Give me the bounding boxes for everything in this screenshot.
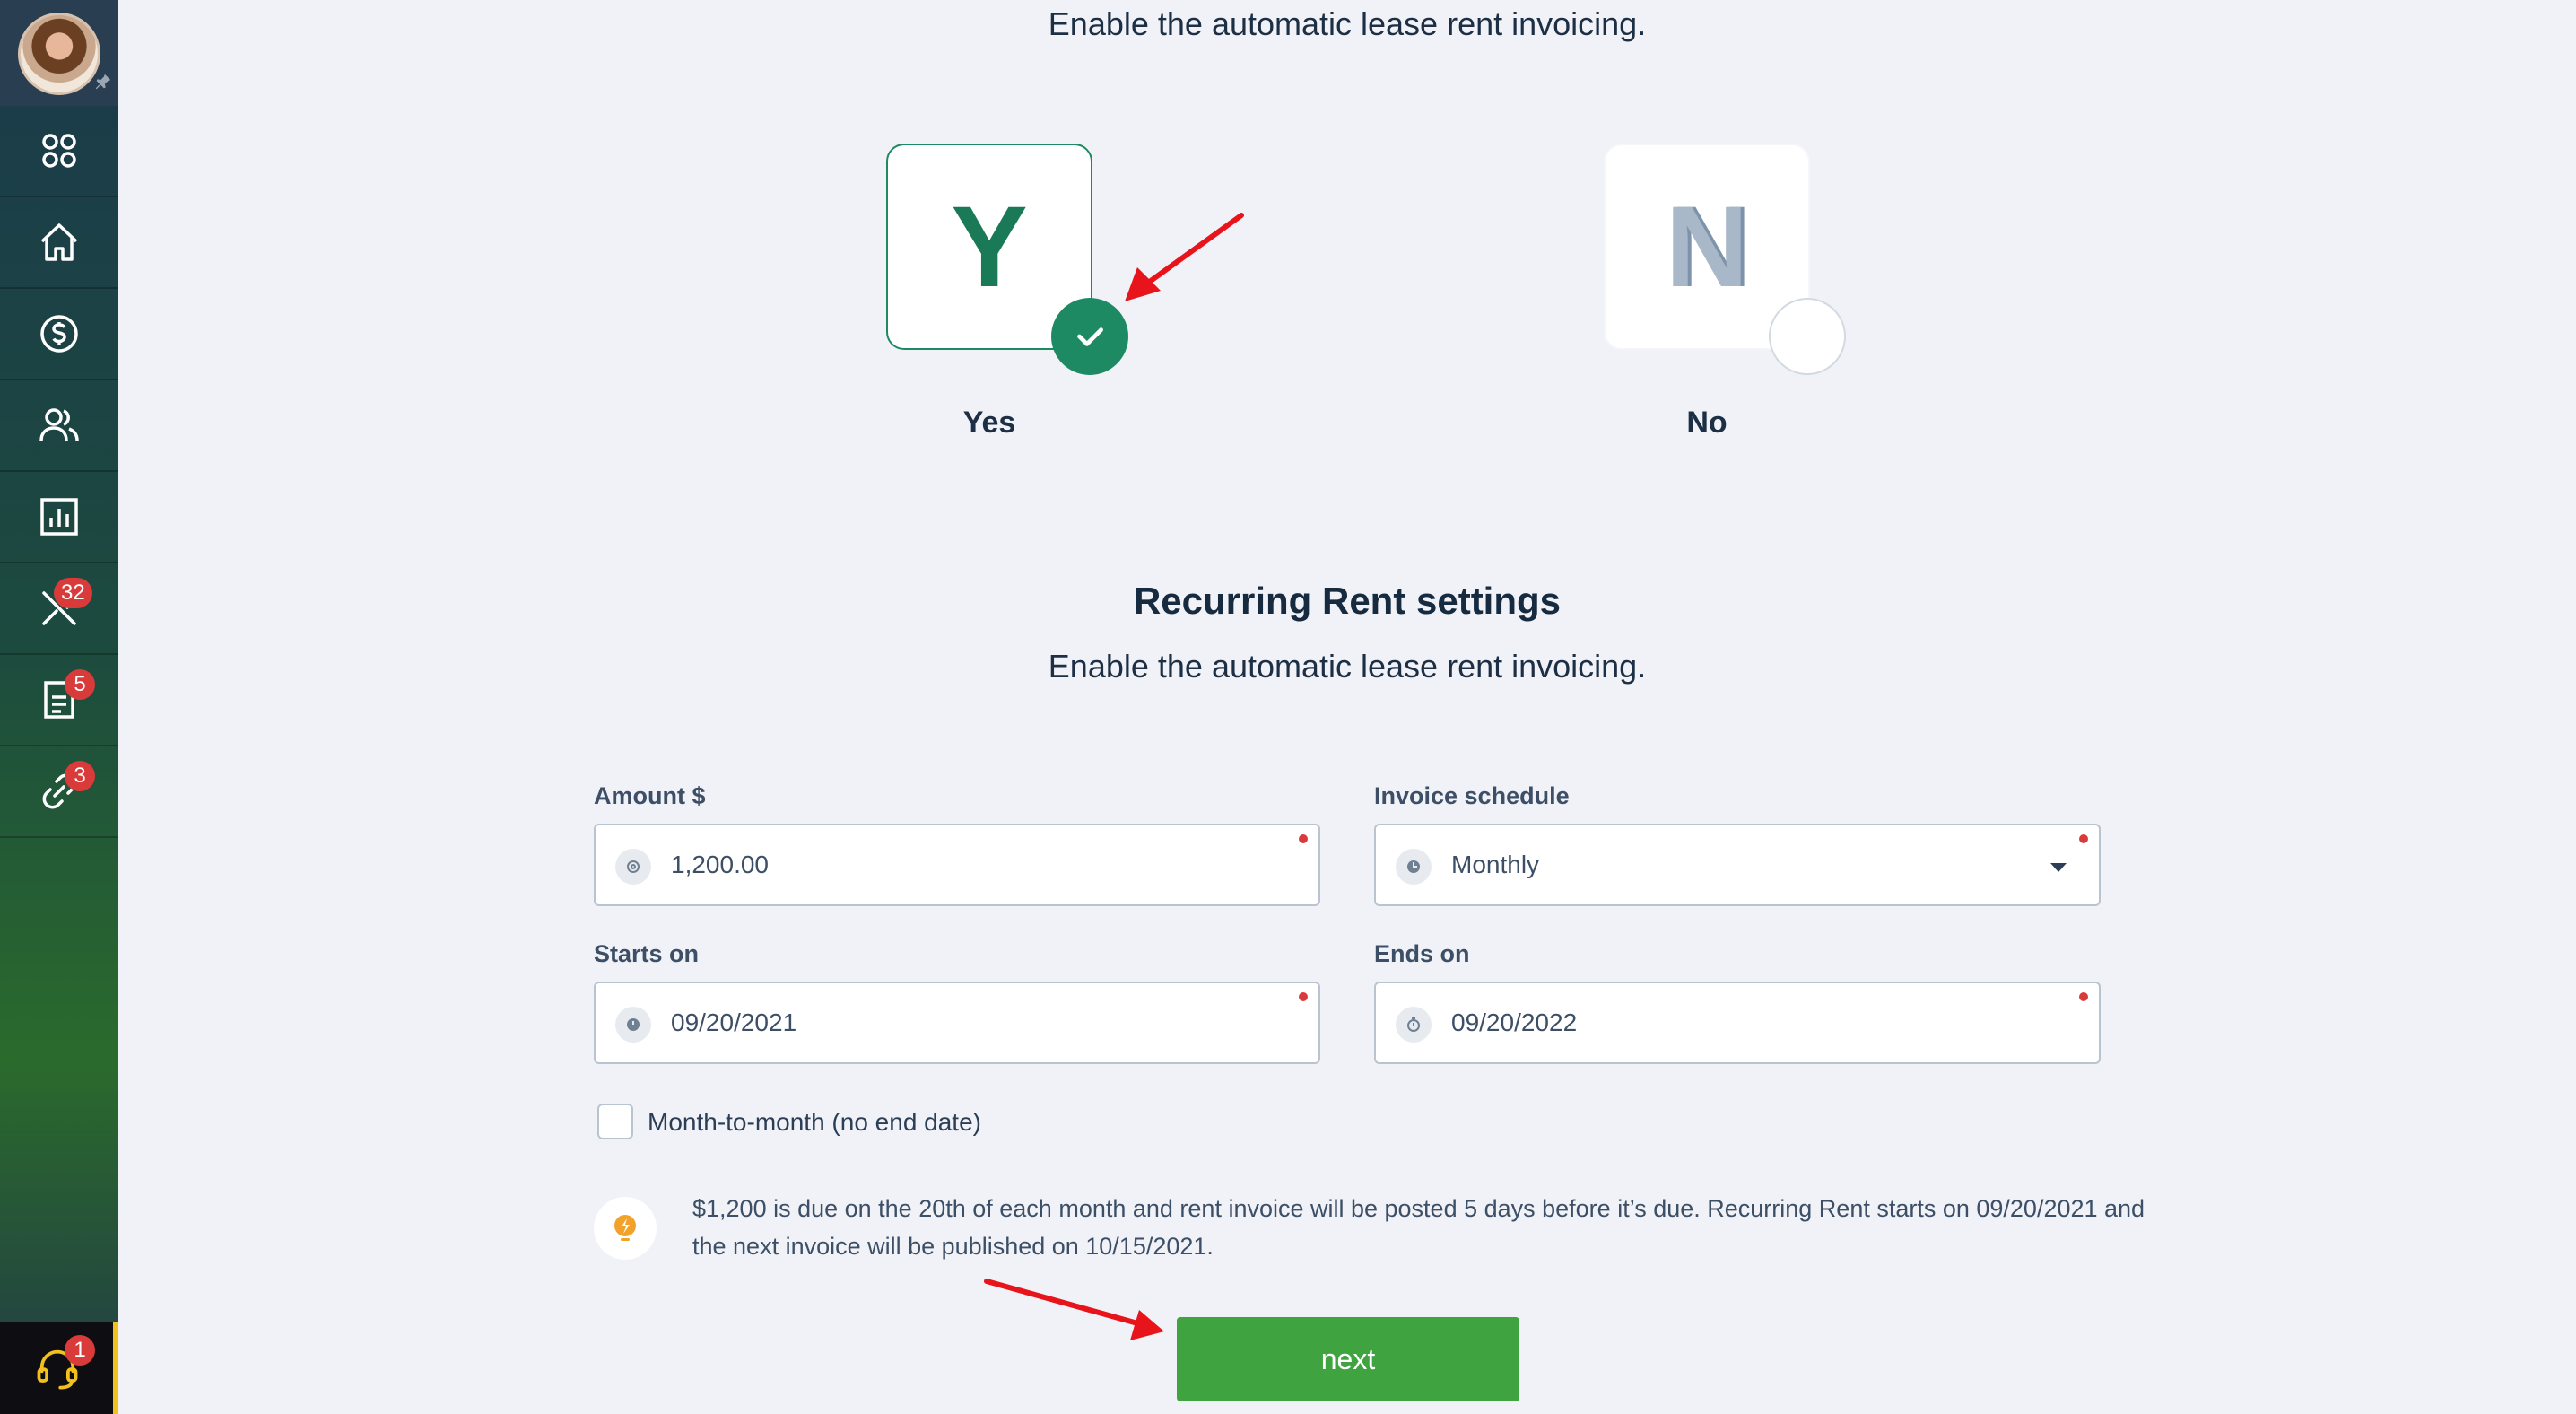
top-subtitle: Enable the automatic lease rent invoicin… bbox=[1048, 5, 1647, 42]
schedule-value: Monthly bbox=[1451, 851, 1540, 878]
amount-value[interactable]: 1,200.00 bbox=[671, 851, 769, 879]
arrow-to-check bbox=[1125, 213, 1244, 301]
choice-yes-label: Yes bbox=[962, 406, 1016, 440]
reports-icon bbox=[40, 498, 78, 536]
maintenance-badge: 32 bbox=[54, 578, 92, 608]
sidebar-item-documents[interactable]: 5 bbox=[0, 655, 118, 746]
coin-icon bbox=[615, 849, 651, 885]
sidebar-item-accounting[interactable] bbox=[0, 289, 118, 380]
unselected-radio-icon[interactable] bbox=[1769, 298, 1846, 375]
clock-icon bbox=[1396, 849, 1432, 885]
month-to-month-checkbox[interactable] bbox=[597, 1104, 633, 1139]
chevron-down-icon[interactable] bbox=[2050, 863, 2067, 872]
sidebar-item-links[interactable]: 3 bbox=[0, 746, 118, 838]
month-to-month-label[interactable]: Month-to-month (no end date) bbox=[648, 1108, 981, 1137]
required-indicator bbox=[1299, 834, 1308, 843]
pin-icon[interactable] bbox=[93, 72, 113, 92]
support-badge: 1 bbox=[65, 1335, 95, 1366]
lightbulb-icon bbox=[594, 1197, 657, 1260]
users-icon bbox=[39, 408, 79, 441]
support-button[interactable]: 1 bbox=[0, 1322, 115, 1414]
sidebar-item-reports[interactable] bbox=[0, 472, 118, 563]
schedule-label: Invoice schedule bbox=[1374, 782, 1570, 809]
schedule-select[interactable]: Monthly bbox=[1374, 824, 2101, 906]
starts-on-label: Starts on bbox=[594, 940, 700, 967]
next-button[interactable]: next bbox=[1177, 1317, 1519, 1401]
ends-on-field[interactable]: 09/20/2022 bbox=[1374, 982, 2101, 1064]
apps-icon bbox=[42, 134, 76, 168]
links-badge: 3 bbox=[65, 761, 95, 791]
sidebar-item-maintenance[interactable]: 32 bbox=[0, 563, 118, 655]
required-indicator bbox=[2079, 834, 2088, 843]
required-indicator bbox=[2079, 992, 2088, 1001]
sidebar-item-apps[interactable] bbox=[0, 106, 118, 197]
amount-label: Amount $ bbox=[594, 782, 706, 809]
rent-summary-text: $1,200 is due on the 20th of each month … bbox=[692, 1195, 2145, 1260]
calendar-icon bbox=[615, 1007, 651, 1043]
section-title: Recurring Rent settings bbox=[1133, 580, 1562, 622]
sidebar-item-home[interactable] bbox=[0, 197, 118, 289]
ends-on-label: Ends on bbox=[1374, 940, 1470, 967]
section-subtitle: Enable the automatic lease rent invoicin… bbox=[1048, 648, 1647, 685]
selected-check-icon[interactable] bbox=[1051, 298, 1128, 375]
documents-badge: 5 bbox=[65, 669, 95, 700]
sidebar: 32 5 3 1 bbox=[0, 0, 118, 1414]
arrow-to-next bbox=[984, 1279, 1164, 1340]
starts-on-value[interactable]: 09/20/2021 bbox=[671, 1008, 796, 1037]
main-content: Enable the automatic lease rent invoicin… bbox=[118, 0, 2576, 1414]
avatar[interactable] bbox=[18, 13, 100, 95]
sidebar-profile[interactable] bbox=[0, 0, 118, 106]
required-indicator bbox=[1299, 992, 1308, 1001]
home-icon bbox=[40, 223, 78, 261]
ends-on-value[interactable]: 09/20/2022 bbox=[1451, 1008, 1577, 1037]
amount-field[interactable]: 1,200.00 bbox=[594, 824, 1320, 906]
choice-no-label: No bbox=[1686, 406, 1727, 440]
sidebar-item-people[interactable] bbox=[0, 380, 118, 472]
starts-on-field[interactable]: 09/20/2021 bbox=[594, 982, 1320, 1064]
timer-icon bbox=[1396, 1007, 1432, 1043]
dollar-icon bbox=[40, 315, 78, 353]
